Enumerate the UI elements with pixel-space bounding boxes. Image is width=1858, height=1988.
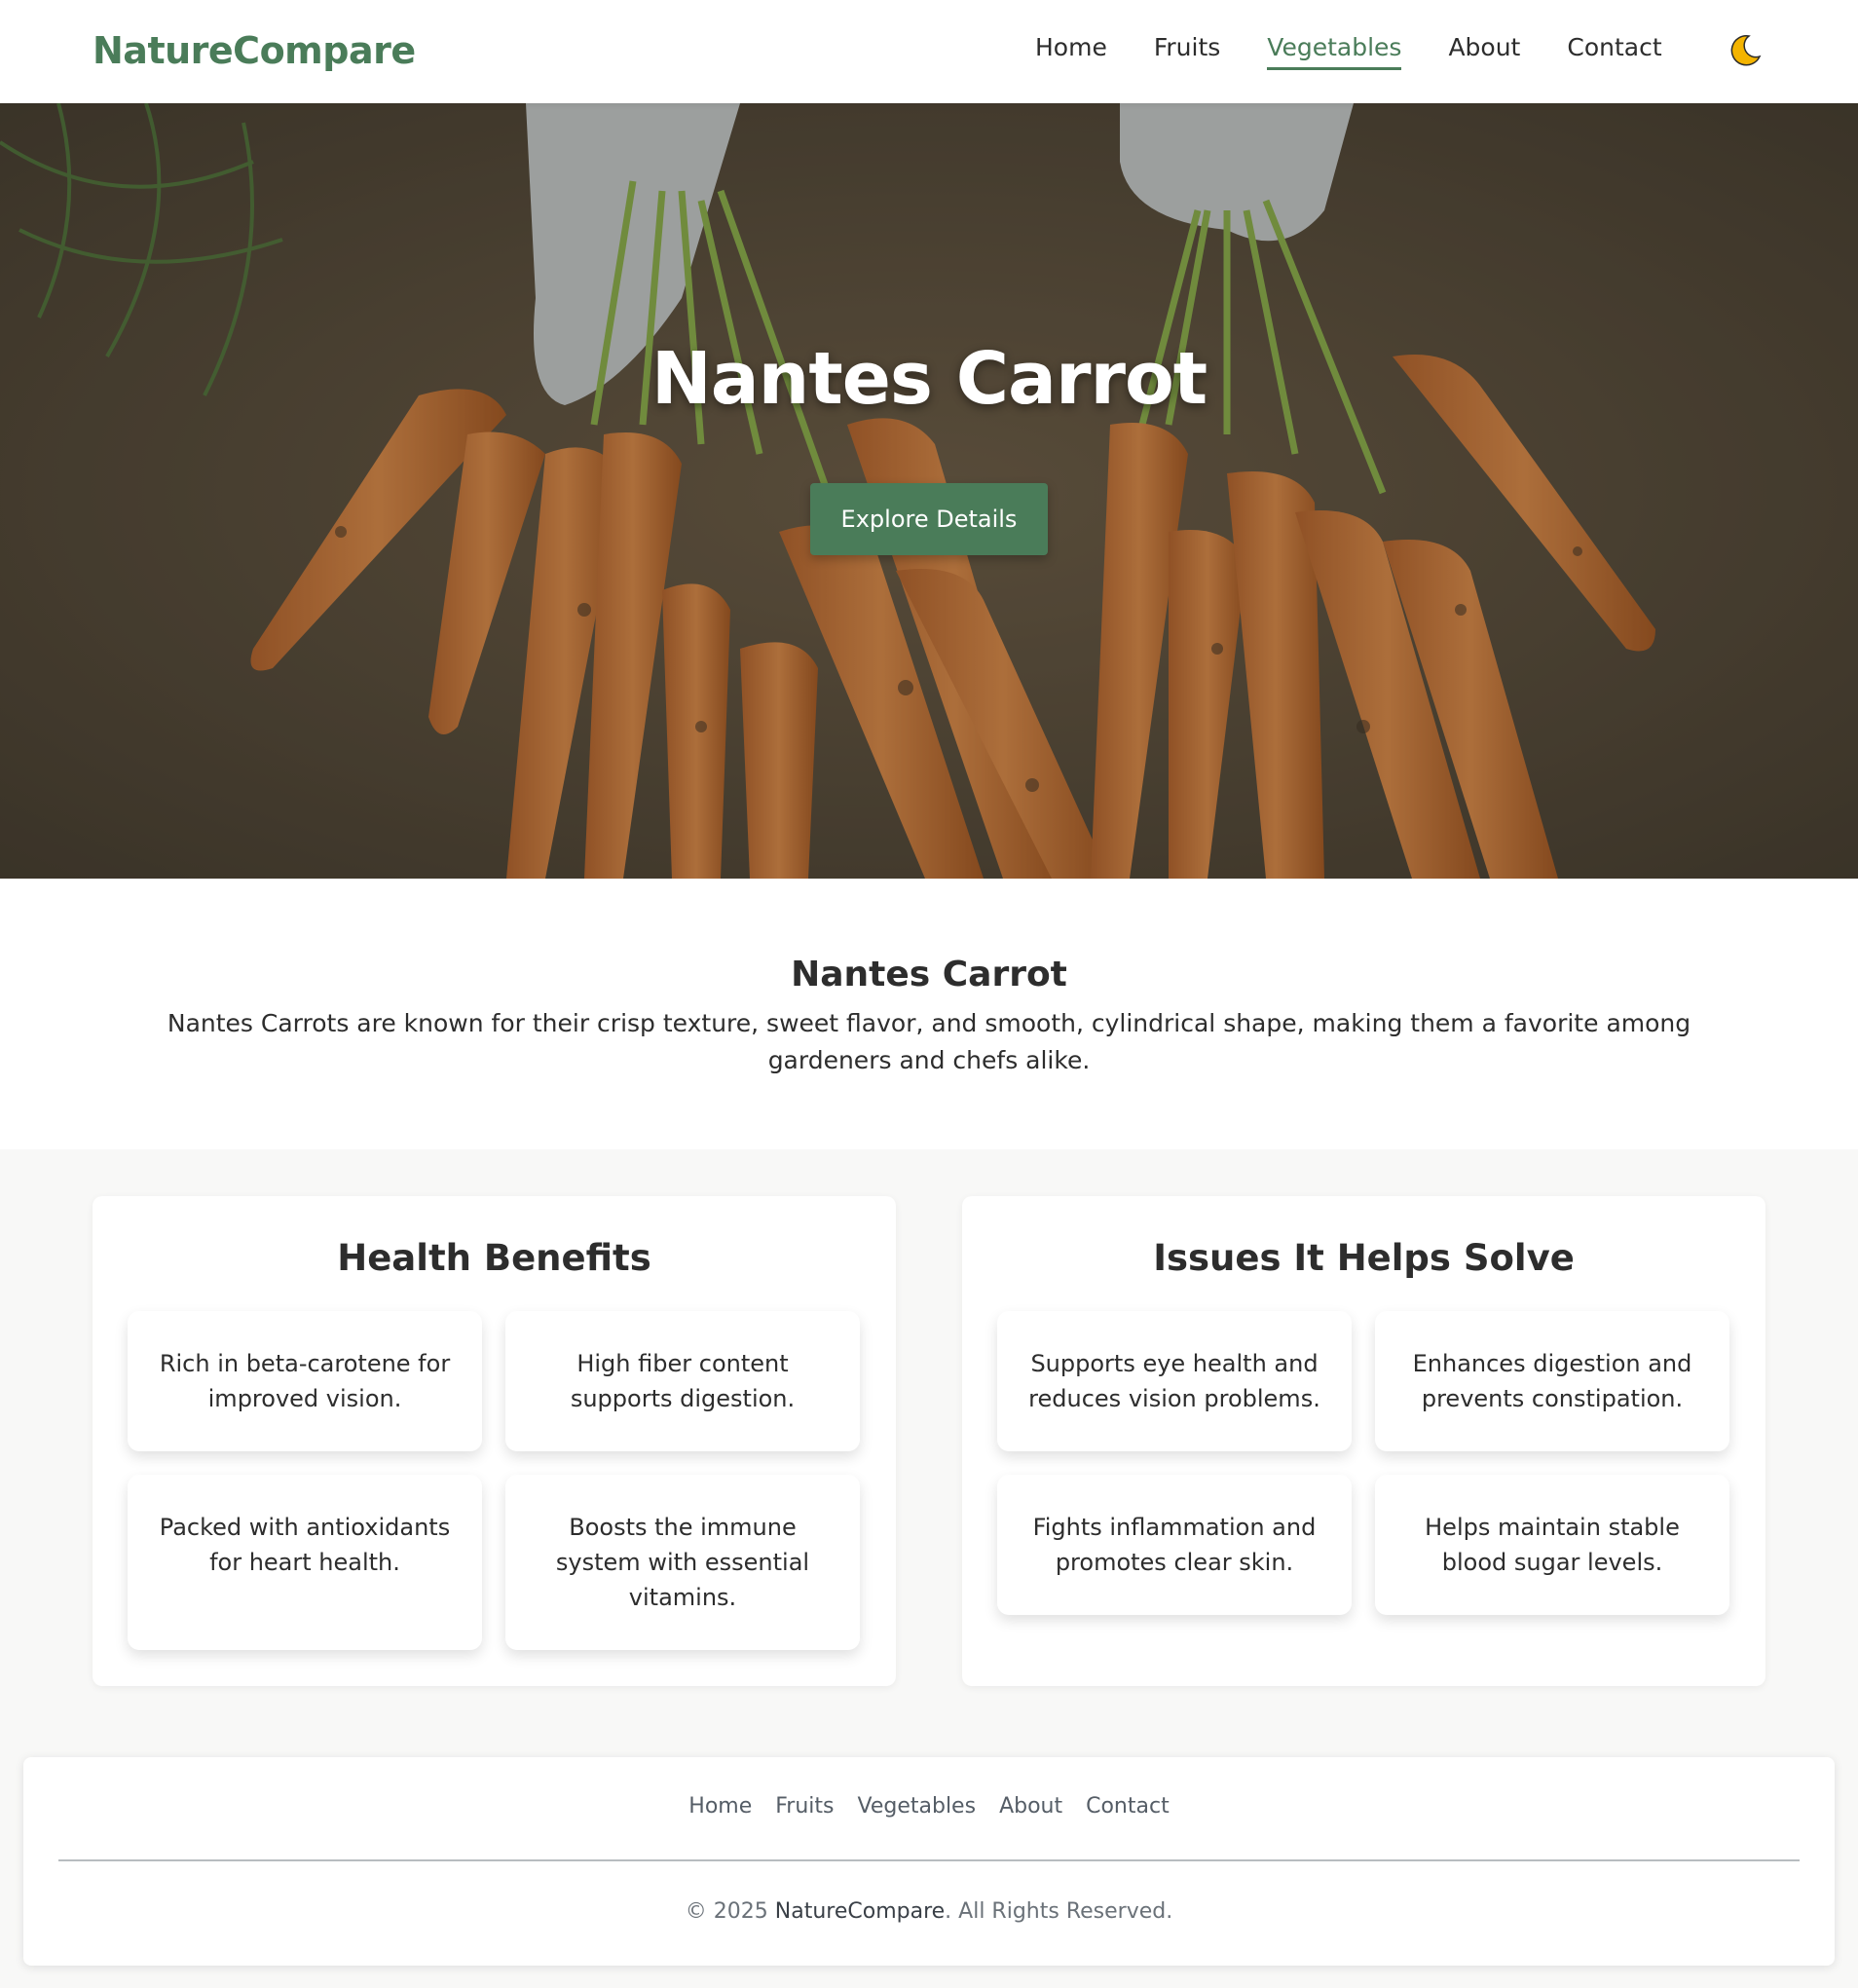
footer-nav: Home Fruits Vegetables About Contact bbox=[23, 1794, 1835, 1819]
footer-divider bbox=[58, 1859, 1800, 1861]
issues-panel: Issues It Helps Solve Supports eye healt… bbox=[962, 1196, 1765, 1686]
footer-link-about[interactable]: About bbox=[999, 1794, 1062, 1819]
copyright-prefix: © 2025 bbox=[685, 1899, 775, 1924]
site-footer: Home Fruits Vegetables About Contact © 2… bbox=[23, 1757, 1835, 1966]
footer-link-fruits[interactable]: Fruits bbox=[775, 1794, 834, 1819]
copyright-brand: NatureCompare bbox=[774, 1899, 946, 1924]
nav-link-fruits[interactable]: Fruits bbox=[1154, 33, 1220, 70]
intro-description: Nantes Carrots are known for their crisp… bbox=[167, 1009, 1691, 1074]
benefit-card: High fiber content supports digestion. bbox=[505, 1311, 860, 1451]
benefit-card: Boosts the immune system with essential … bbox=[505, 1475, 860, 1650]
hero-title: Nantes Carrot bbox=[650, 337, 1208, 421]
hero-section: Nantes Carrot Explore Details bbox=[0, 103, 1858, 879]
theme-toggle-button[interactable] bbox=[1724, 29, 1766, 72]
benefit-card: Rich in beta-carotene for improved visio… bbox=[128, 1311, 482, 1451]
nav-link-about[interactable]: About bbox=[1448, 33, 1520, 70]
issue-card: Enhances digestion and prevents constipa… bbox=[1375, 1311, 1729, 1451]
nav-link-home[interactable]: Home bbox=[1035, 33, 1107, 70]
site-logo[interactable]: NatureCompare bbox=[93, 29, 416, 72]
intro-section: Nantes Carrot Nantes Carrots are known f… bbox=[0, 879, 1858, 1149]
health-benefits-title: Health Benefits bbox=[337, 1237, 651, 1279]
copyright-suffix: . All Rights Reserved. bbox=[945, 1899, 1173, 1924]
nav-link-contact[interactable]: Contact bbox=[1567, 33, 1661, 70]
footer-link-contact[interactable]: Contact bbox=[1086, 1794, 1170, 1819]
benefit-card: Packed with antioxidants for heart healt… bbox=[128, 1475, 482, 1650]
moon-icon bbox=[1730, 35, 1762, 66]
copyright-text: © 2025 NatureCompare. All Rights Reserve… bbox=[23, 1899, 1835, 1924]
nav-link-vegetables[interactable]: Vegetables bbox=[1267, 33, 1402, 70]
main-nav: Home Fruits Vegetables About Contact bbox=[1035, 33, 1662, 70]
explore-details-button[interactable]: Explore Details bbox=[810, 483, 1048, 555]
issue-card: Helps maintain stable blood sugar levels… bbox=[1375, 1475, 1729, 1615]
site-header: NatureCompare Home Fruits Vegetables Abo… bbox=[0, 0, 1858, 103]
issue-card: Fights inflammation and promotes clear s… bbox=[997, 1475, 1352, 1615]
footer-link-home[interactable]: Home bbox=[688, 1794, 752, 1819]
issue-card: Supports eye health and reduces vision p… bbox=[997, 1311, 1352, 1451]
footer-link-vegetables[interactable]: Vegetables bbox=[858, 1794, 977, 1819]
issues-title: Issues It Helps Solve bbox=[1153, 1237, 1575, 1279]
intro-title: Nantes Carrot bbox=[791, 955, 1067, 994]
health-benefits-panel: Health Benefits Rich in beta-carotene fo… bbox=[93, 1196, 896, 1686]
